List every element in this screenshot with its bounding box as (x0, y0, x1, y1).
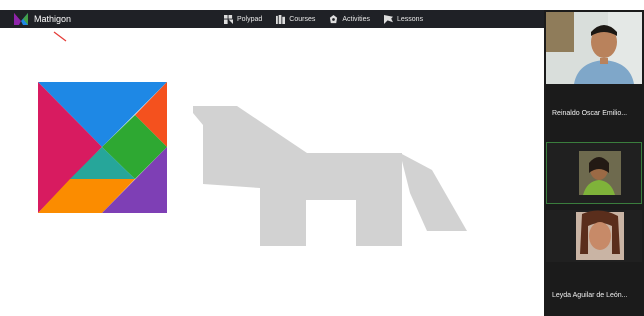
nav-activities[interactable]: Activities (329, 14, 370, 24)
activities-icon (330, 14, 338, 23)
participant-video-image (546, 210, 642, 262)
polypad-canvas[interactable] (0, 28, 548, 316)
participant-name: Leyda Aguilar de León... (552, 292, 628, 299)
horse-silhouette (193, 106, 467, 246)
polypad-icon (224, 14, 233, 24)
mathigon-logo-icon (14, 13, 28, 25)
participant-video-tile-active[interactable] (546, 142, 642, 204)
nav-lessons-label: Lessons (397, 15, 424, 23)
nav-polypad-label: Polypad (237, 15, 263, 23)
participant-video-image (547, 143, 641, 203)
video-participants-panel: ⋮ Reinaldo Oscar Emilio... (544, 10, 644, 316)
top-navigation-bar: Mathigon Polypad Courses Activities Less… (0, 10, 548, 28)
nav-activities-label: Activities (342, 15, 370, 23)
courses-icon (276, 14, 286, 24)
silhouette-tail (400, 153, 467, 231)
lessons-icon (384, 14, 393, 24)
silhouette-body-legs (260, 153, 402, 246)
tangram-set[interactable] (38, 82, 167, 213)
participant-video-image (546, 12, 642, 84)
nav-lessons[interactable]: Lessons (384, 14, 424, 24)
mathigon-logo[interactable]: Mathigon (14, 13, 71, 25)
main-nav: Polypad Courses Activities Lessons (224, 10, 423, 28)
brand-name: Mathigon (34, 14, 72, 24)
participant-name: Reinaldo Oscar Emilio... (552, 110, 628, 117)
participant-video-tile[interactable] (546, 210, 642, 262)
nav-polypad[interactable]: Polypad (224, 14, 263, 24)
participant-video-tile[interactable] (546, 12, 642, 84)
participant-camera-feed (546, 12, 642, 84)
nav-courses-label: Courses (289, 15, 316, 23)
nav-courses[interactable]: Courses (276, 14, 316, 24)
